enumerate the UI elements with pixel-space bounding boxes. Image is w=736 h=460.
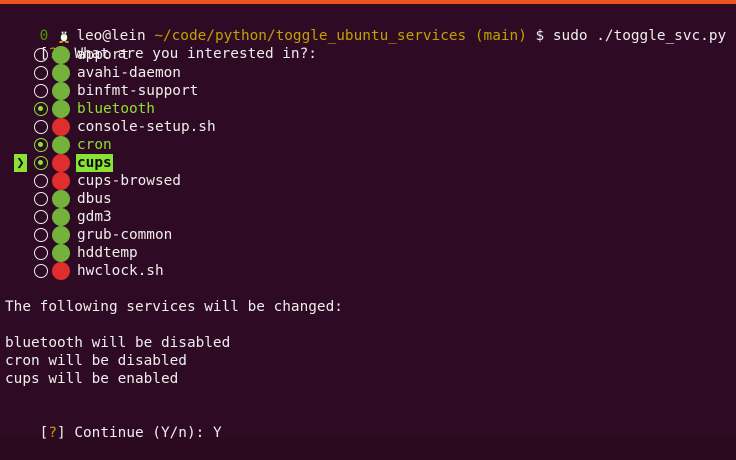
status-running-icon	[52, 100, 70, 118]
service-checkbox[interactable]	[34, 246, 48, 260]
status-running-icon	[52, 136, 70, 154]
service-label: cron	[77, 137, 112, 153]
service-label: cups	[76, 154, 113, 172]
service-label: bluetooth	[77, 101, 155, 117]
status-running-icon	[52, 46, 70, 64]
service-checkbox[interactable]	[34, 66, 48, 80]
service-row[interactable]: grub-common	[0, 226, 736, 244]
status-running-icon	[52, 64, 70, 82]
service-row[interactable]: hddtemp	[0, 244, 736, 262]
service-row[interactable]: ❯ cups	[0, 154, 736, 172]
service-row[interactable]: apport	[0, 46, 736, 64]
shell-prompt-line: 0 leo@lein ~/code/python/toggle_ubuntu_se…	[5, 9, 727, 44]
service-checkbox[interactable]	[34, 84, 48, 98]
confirm-bracket-close: ]	[57, 425, 66, 441]
service-checkbox[interactable]	[34, 138, 48, 152]
service-checkbox[interactable]	[34, 156, 48, 170]
service-checkbox[interactable]	[34, 174, 48, 188]
service-row[interactable]: binfmt-support	[0, 82, 736, 100]
terminal-window[interactable]: 0 leo@lein ~/code/python/toggle_ubuntu_se…	[0, 0, 736, 441]
service-checkbox[interactable]	[34, 210, 48, 224]
status-running-icon	[52, 226, 70, 244]
service-row[interactable]: gdm3	[0, 208, 736, 226]
prompt-symbol: $	[535, 28, 545, 44]
service-row[interactable]: dbus	[0, 190, 736, 208]
service-label: cups-browsed	[77, 173, 181, 189]
service-label: apport	[77, 47, 129, 63]
change-line: cron will be disabled	[5, 353, 187, 369]
service-label: binfmt-support	[77, 83, 199, 99]
service-checkbox[interactable]	[34, 228, 48, 242]
service-row[interactable]: hwclock.sh	[0, 262, 736, 280]
service-checkbox[interactable]	[34, 120, 48, 134]
service-row[interactable]: cups-browsed	[0, 172, 736, 190]
service-row[interactable]: cron	[0, 136, 736, 154]
service-label: hwclock.sh	[77, 263, 164, 279]
service-row[interactable]: console-setup.sh	[0, 118, 736, 136]
status-stopped-icon	[52, 154, 70, 172]
service-label: hddtemp	[77, 245, 138, 261]
service-checkbox[interactable]	[34, 48, 48, 62]
service-checkbox[interactable]	[34, 102, 48, 116]
status-stopped-icon	[52, 262, 70, 280]
terminal-accent-bar	[0, 0, 736, 4]
service-label: grub-common	[77, 227, 173, 243]
git-branch: (main)	[474, 28, 527, 44]
change-line: bluetooth will be disabled	[5, 335, 231, 351]
question-line: [?] What are you interested in?:	[5, 27, 317, 62]
confirm-line[interactable]: [?] Continue (Y/n): Y	[5, 406, 222, 441]
service-row[interactable]: avahi-daemon	[0, 64, 736, 82]
summary-heading: The following services will be changed:	[5, 299, 343, 315]
confirm-answer[interactable]: Y	[213, 425, 222, 441]
status-stopped-icon	[52, 172, 70, 190]
service-row[interactable]: bluetooth	[0, 100, 736, 118]
status-running-icon	[52, 208, 70, 226]
status-running-icon	[52, 190, 70, 208]
service-checkbox[interactable]	[34, 192, 48, 206]
service-label: gdm3	[77, 209, 112, 225]
confirm-text: Continue (Y/n):	[65, 425, 213, 441]
shell-command: sudo ./toggle_svc.py	[552, 28, 727, 44]
cursor-pointer-icon: ❯	[14, 154, 27, 172]
service-checkbox[interactable]	[34, 264, 48, 278]
status-stopped-icon	[52, 118, 70, 136]
service-label: console-setup.sh	[77, 119, 216, 135]
service-label: dbus	[77, 191, 112, 207]
status-running-icon	[52, 244, 70, 262]
status-running-icon	[52, 82, 70, 100]
confirm-question-mark: ?	[48, 425, 57, 441]
service-label: avahi-daemon	[77, 65, 181, 81]
change-line: cups will be enabled	[5, 371, 179, 387]
